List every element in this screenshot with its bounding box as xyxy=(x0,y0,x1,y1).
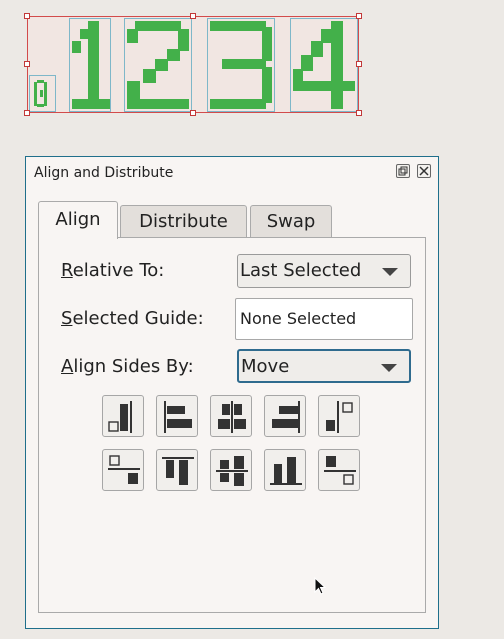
selected-guide-field[interactable]: None Selected xyxy=(235,298,413,340)
resize-handle-top-center[interactable] xyxy=(190,13,196,19)
resize-handle-top-right[interactable] xyxy=(356,13,362,19)
digit-three-object[interactable] xyxy=(207,18,275,112)
align-right-of-anchor-icon xyxy=(108,401,132,433)
align-sides-by-label: Align Sides By: xyxy=(61,356,194,377)
align-below-anchor-button[interactable] xyxy=(102,449,144,491)
center-horizontally-button[interactable] xyxy=(210,395,252,437)
resize-handle-bottom-right[interactable] xyxy=(356,110,362,116)
resize-handle-bottom-left[interactable] xyxy=(24,110,30,116)
align-top-edges-button[interactable] xyxy=(156,449,198,491)
tab-swap-label: Swap xyxy=(266,211,316,232)
digit-zero-object[interactable] xyxy=(29,75,56,112)
resize-handle-top-left[interactable] xyxy=(24,13,30,19)
align-left-edges-icon xyxy=(164,401,192,433)
restore-icon[interactable] xyxy=(396,164,410,178)
canvas[interactable] xyxy=(0,0,504,150)
align-right-of-anchor-button[interactable] xyxy=(102,395,144,437)
digit-one-object[interactable] xyxy=(69,18,111,112)
mouse-pointer-icon xyxy=(314,577,327,595)
align-right-edges-button[interactable] xyxy=(264,395,306,437)
align-left-of-anchor-button[interactable] xyxy=(318,395,360,437)
selected-guide-label: Selected Guide: xyxy=(61,308,204,329)
relative-to-value: Last Selected xyxy=(240,260,362,281)
center-horizontally-icon xyxy=(218,401,246,433)
relative-to-label: Relative To: xyxy=(61,260,165,281)
digit-one-glyph xyxy=(72,21,110,109)
digit-zero-glyph xyxy=(34,80,47,107)
digit-two-glyph xyxy=(127,21,189,109)
resize-handle-bottom-center[interactable] xyxy=(190,110,196,116)
align-tab-panel: Relative To: Last Selected Selected Guid… xyxy=(38,237,426,613)
tab-distribute[interactable]: Distribute xyxy=(120,205,247,237)
align-above-anchor-icon xyxy=(324,456,356,485)
dialog-title: Align and Distribute xyxy=(34,165,174,181)
align-sides-by-dropdown[interactable]: Move xyxy=(237,349,411,383)
relative-to-dropdown[interactable]: Last Selected xyxy=(237,254,411,288)
tab-align[interactable]: Align xyxy=(38,201,118,239)
digit-four-object[interactable] xyxy=(290,18,358,112)
close-icon[interactable] xyxy=(417,164,431,178)
chevron-down-icon xyxy=(382,268,398,276)
align-sides-by-value: Move xyxy=(241,356,290,377)
chevron-down-icon xyxy=(381,364,397,372)
center-vertically-button[interactable] xyxy=(210,449,252,491)
align-below-anchor-icon xyxy=(108,455,140,484)
align-right-edges-icon xyxy=(272,401,300,433)
tab-swap[interactable]: Swap xyxy=(250,205,332,237)
center-vertically-icon xyxy=(216,456,248,486)
tab-align-label: Align xyxy=(55,209,101,230)
align-left-of-anchor-icon xyxy=(326,401,353,433)
resize-handle-middle-right[interactable] xyxy=(356,61,362,67)
digit-three-glyph xyxy=(210,21,272,109)
digit-two-object[interactable] xyxy=(124,18,192,112)
align-distribute-dialog: Align and Distribute Align Distribute Sw… xyxy=(25,156,439,629)
align-top-edges-icon xyxy=(162,457,194,485)
align-bottom-edges-icon xyxy=(270,457,302,485)
tab-distribute-label: Distribute xyxy=(139,211,228,232)
align-left-edges-button[interactable] xyxy=(156,395,198,437)
align-above-anchor-button[interactable] xyxy=(318,449,360,491)
digit-four-glyph xyxy=(293,21,355,109)
align-bottom-edges-button[interactable] xyxy=(264,449,306,491)
resize-handle-middle-left[interactable] xyxy=(24,61,30,67)
